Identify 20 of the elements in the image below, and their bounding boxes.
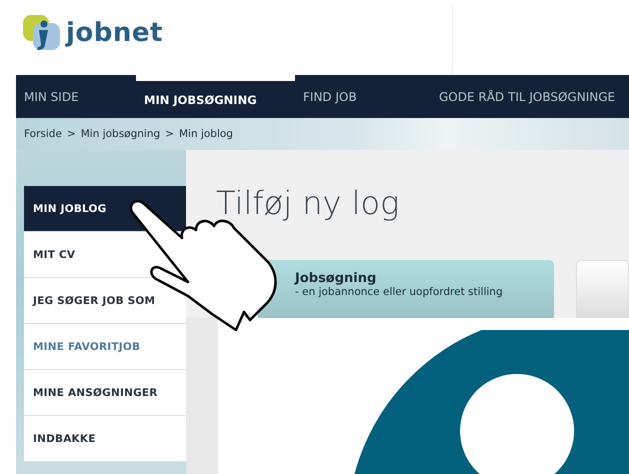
nav-tab[interactable]: MIN SIDE [16, 75, 136, 118]
breadcrumb-link[interactable]: Min joblog [178, 128, 233, 140]
nav-tab[interactable]: FIND JOB [295, 75, 431, 118]
card-subtitle: - en jobannonce eller uopfordret stilling [295, 286, 504, 298]
sidebar-item[interactable]: MIN JOBLOG [24, 186, 186, 232]
category-card[interactable]: Jobsøgning - en jobannonce eller uopfordret stilling [258, 260, 554, 318]
breadcrumb-separator: > [66, 128, 76, 140]
sidebar-item[interactable]: MINE ANSØGNINGER [24, 370, 186, 416]
card-title: Jobsøgning [295, 271, 378, 286]
sidebar-item[interactable]: INDBAKKE [24, 416, 186, 462]
sidebar-item[interactable]: JEG SØGER JOB SOM [24, 278, 186, 324]
nav-tab[interactable]: GODE RÅD TIL JOBSØGNINGE [431, 75, 622, 118]
page-title: Tilføj ny log [215, 183, 400, 224]
breadcrumb-link[interactable]: Min jobsøgning [80, 128, 160, 140]
breadcrumb-link[interactable]: Forside [24, 128, 62, 140]
sidebar-item[interactable]: MINE FAVORITJOB [24, 324, 186, 370]
category-card[interactable] [576, 260, 629, 318]
breadcrumb-separator: > [165, 128, 174, 140]
logo-icon [22, 14, 62, 52]
logo-text[interactable]: jobnet [66, 18, 163, 48]
